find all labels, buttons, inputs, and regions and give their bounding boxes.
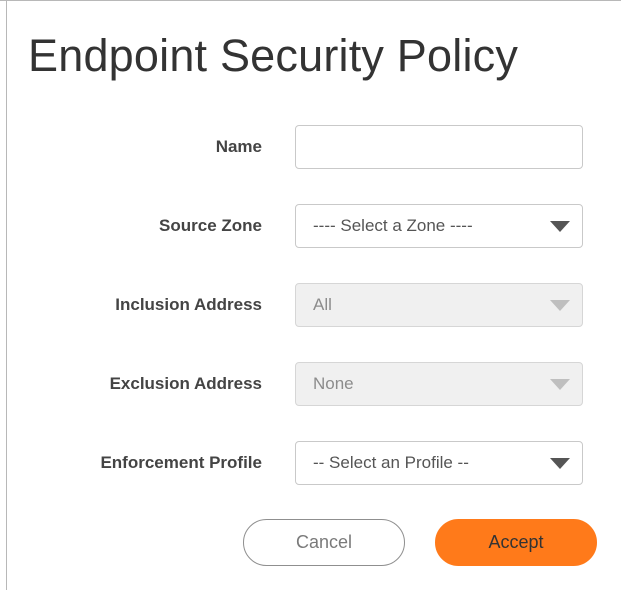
exclusion-address-select: None xyxy=(295,362,583,406)
inclusion-address-select: All xyxy=(295,283,583,327)
chevron-down-icon xyxy=(550,221,570,232)
accept-button[interactable]: Accept xyxy=(435,519,597,566)
exclusion-address-selected-value: None xyxy=(313,374,354,393)
chevron-down-icon xyxy=(550,379,570,390)
chevron-down-icon xyxy=(550,458,570,469)
enforcement-profile-selected-value: -- Select an Profile -- xyxy=(313,453,469,472)
inclusion-address-label: Inclusion Address xyxy=(115,295,262,314)
enforcement-profile-row: Enforcement Profile -- Select an Profile… xyxy=(0,441,621,485)
name-label: Name xyxy=(215,137,262,156)
top-divider xyxy=(0,0,621,1)
source-zone-selected-value: ---- Select a Zone ---- xyxy=(313,216,473,235)
inclusion-address-selected-value: All xyxy=(313,295,332,314)
exclusion-address-label: Exclusion Address xyxy=(109,374,262,393)
name-input[interactable] xyxy=(295,125,583,169)
source-zone-select[interactable]: ---- Select a Zone ---- xyxy=(295,204,583,248)
endpoint-security-policy-dialog: Endpoint Security Policy Name Source Zon… xyxy=(0,0,621,590)
chevron-down-icon xyxy=(550,300,570,311)
enforcement-profile-select[interactable]: -- Select an Profile -- xyxy=(295,441,583,485)
name-row: Name xyxy=(0,125,621,169)
source-zone-row: Source Zone ---- Select a Zone ---- xyxy=(0,204,621,248)
enforcement-profile-label: Enforcement Profile xyxy=(100,453,262,472)
cancel-button[interactable]: Cancel xyxy=(243,519,405,566)
source-zone-label: Source Zone xyxy=(159,216,262,235)
exclusion-address-row: Exclusion Address None xyxy=(0,362,621,406)
inclusion-address-row: Inclusion Address All xyxy=(0,283,621,327)
dialog-title: Endpoint Security Policy xyxy=(28,30,519,81)
